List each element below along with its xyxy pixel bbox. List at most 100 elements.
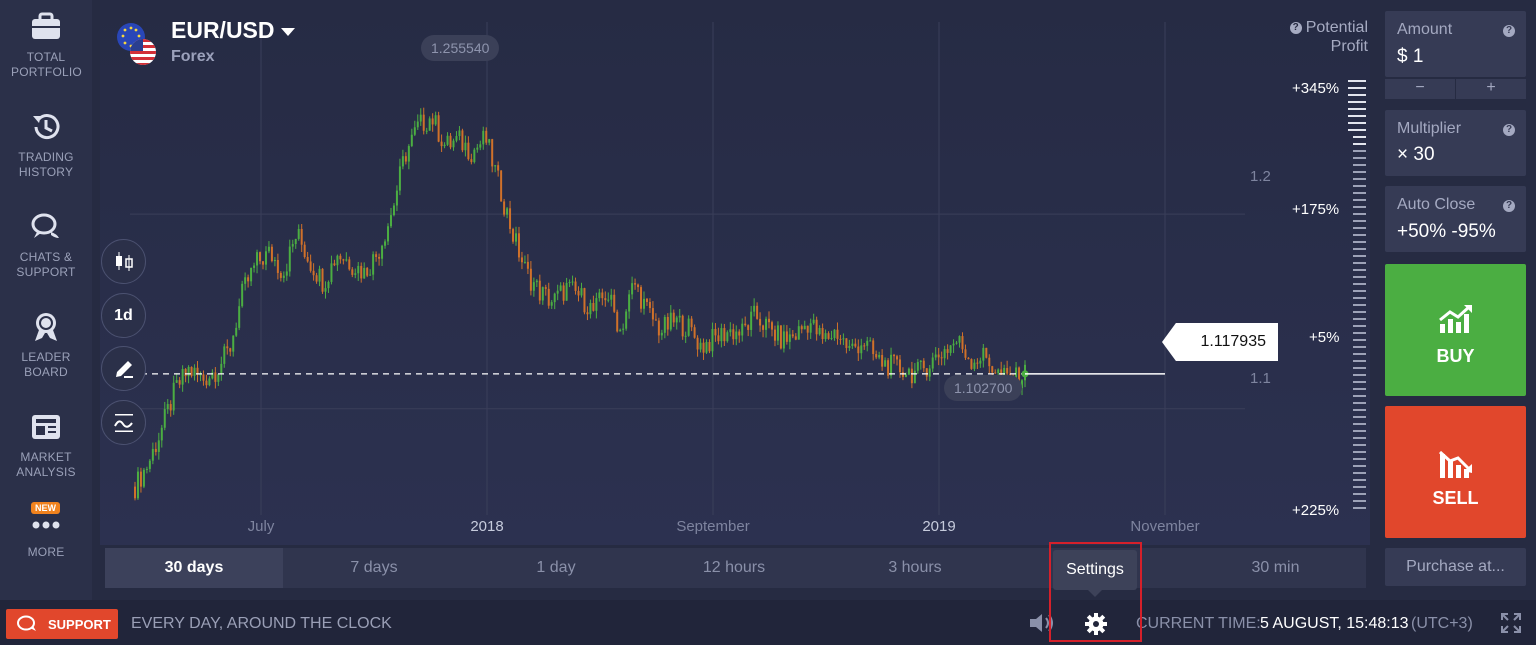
help-icon[interactable]: ? bbox=[1289, 22, 1302, 34]
candle-body bbox=[922, 360, 925, 369]
candle-body bbox=[791, 334, 794, 337]
timeframe-bar: 30 days 7 days 1 day 12 hours 3 hours 30… bbox=[105, 548, 1366, 588]
profit-scale-tick bbox=[1353, 465, 1366, 467]
candle-body bbox=[937, 354, 940, 358]
candle-body bbox=[413, 127, 416, 135]
asset-name-text: EUR/USD bbox=[171, 17, 275, 43]
indicators-button[interactable] bbox=[101, 400, 146, 445]
candle-body bbox=[256, 252, 259, 266]
candle-body bbox=[517, 233, 520, 258]
gear-icon[interactable] bbox=[1084, 612, 1108, 636]
sidebar-item-trading-history[interactable]: Trading History bbox=[0, 110, 92, 180]
help-icon[interactable]: ? bbox=[1503, 124, 1515, 136]
candle-body bbox=[946, 349, 949, 353]
help-icon[interactable]: ? bbox=[1503, 200, 1515, 212]
chart-type-button[interactable] bbox=[101, 239, 146, 284]
candle-body bbox=[404, 156, 407, 162]
candle-body bbox=[836, 329, 839, 339]
candle-body bbox=[982, 347, 985, 361]
multiplier-box[interactable]: Multiplier ? × 30 bbox=[1385, 110, 1526, 176]
candle-body bbox=[247, 277, 250, 282]
profit-scale-tick bbox=[1353, 451, 1366, 453]
candle-body bbox=[288, 246, 291, 272]
candle-body bbox=[848, 345, 851, 348]
tab-30-min[interactable]: 30 min bbox=[1185, 548, 1366, 588]
candle-body bbox=[520, 257, 523, 263]
support-button[interactable]: SUPPORT bbox=[6, 609, 118, 639]
candle-body bbox=[515, 233, 518, 242]
candle-body bbox=[568, 282, 571, 284]
sidebar-item-market-analysis[interactable]: Market Analysis bbox=[0, 410, 92, 480]
auto-close-value[interactable]: +50% -95% bbox=[1397, 221, 1496, 243]
candle-body bbox=[970, 359, 973, 369]
candle-body bbox=[443, 144, 446, 147]
tab-1-day[interactable]: 1 day bbox=[465, 548, 647, 588]
volume-icon[interactable] bbox=[1028, 612, 1056, 634]
profit-scale-tick bbox=[1353, 437, 1366, 439]
amount-decrease-button[interactable]: − bbox=[1385, 79, 1455, 99]
candle-body bbox=[208, 378, 211, 386]
candle-body bbox=[497, 165, 500, 171]
tab-3-hours[interactable]: 3 hours bbox=[821, 548, 1009, 588]
candle-body bbox=[708, 342, 711, 352]
chat-icon bbox=[31, 213, 59, 238]
profit-scale-tick bbox=[1353, 346, 1366, 348]
tab-30-days[interactable]: 30 days bbox=[105, 548, 283, 588]
purchase-at-button[interactable]: Purchase at... bbox=[1385, 548, 1526, 586]
profit-scale[interactable] bbox=[1348, 80, 1368, 520]
candle-body bbox=[714, 328, 717, 336]
profit-scale-tick bbox=[1348, 122, 1366, 124]
help-icon[interactable]: ? bbox=[1503, 25, 1515, 37]
candle-body bbox=[345, 259, 348, 261]
candle-body bbox=[735, 331, 738, 340]
candle-body bbox=[910, 368, 913, 384]
candle-body bbox=[553, 293, 556, 303]
amount-increase-button[interactable]: + bbox=[1456, 79, 1526, 99]
fullscreen-icon[interactable] bbox=[1500, 612, 1522, 634]
potential-profit-line1: Potential bbox=[1305, 19, 1368, 36]
tab-7-days[interactable]: 7 days bbox=[283, 548, 465, 588]
multiplier-value[interactable]: × 30 bbox=[1397, 144, 1435, 166]
auto-close-box[interactable]: Auto Close ? +50% -95% bbox=[1385, 186, 1526, 252]
sidebar-item-more[interactable]: More bbox=[0, 517, 92, 560]
price-chart[interactable] bbox=[100, 0, 1370, 545]
interval-button[interactable]: 1d bbox=[101, 293, 146, 338]
candle-body bbox=[220, 363, 223, 375]
sidebar-item-leader-board[interactable]: Leader Board bbox=[0, 310, 92, 380]
candle-body bbox=[1006, 367, 1009, 374]
candle-body bbox=[845, 338, 848, 348]
candle-body bbox=[541, 287, 544, 301]
profit-scale-tick bbox=[1353, 171, 1366, 173]
candle-body bbox=[342, 259, 345, 261]
sidebar-item-label: Leader Board bbox=[21, 350, 71, 379]
asset-name[interactable]: EUR/USD bbox=[171, 17, 295, 44]
candle-body bbox=[687, 318, 690, 336]
tab-12-hours[interactable]: 12 hours bbox=[647, 548, 821, 588]
candle-body bbox=[238, 306, 241, 328]
sidebar-item-total-portfolio[interactable]: Total Portfolio bbox=[0, 10, 92, 80]
candle-body bbox=[940, 357, 943, 359]
chart-area[interactable] bbox=[100, 0, 1370, 545]
sell-button[interactable]: SELL bbox=[1385, 406, 1526, 538]
profit-scale-tick bbox=[1353, 353, 1366, 355]
candle-body bbox=[145, 468, 148, 470]
candle-body bbox=[217, 374, 220, 382]
candle-body bbox=[887, 360, 890, 376]
candle-body bbox=[178, 380, 181, 385]
amount-input[interactable]: $ 1 bbox=[1397, 46, 1423, 68]
draw-tools-button[interactable] bbox=[101, 346, 146, 391]
sidebar-item-chats-support[interactable]: Chats & Support bbox=[0, 210, 92, 280]
candle-body bbox=[259, 252, 262, 262]
candle-body bbox=[148, 460, 151, 469]
candle-body bbox=[779, 325, 782, 349]
buy-button[interactable]: BUY bbox=[1385, 264, 1526, 396]
candle-body bbox=[827, 333, 830, 339]
candle-body bbox=[916, 362, 919, 371]
profit-scale-tick bbox=[1348, 80, 1366, 82]
candle-body bbox=[601, 292, 604, 299]
candle-body bbox=[485, 130, 488, 143]
candle-body bbox=[389, 215, 392, 227]
amount-box[interactable]: Amount ? $ 1 bbox=[1385, 11, 1526, 77]
candle-body bbox=[297, 228, 300, 239]
candle-body bbox=[306, 256, 309, 262]
